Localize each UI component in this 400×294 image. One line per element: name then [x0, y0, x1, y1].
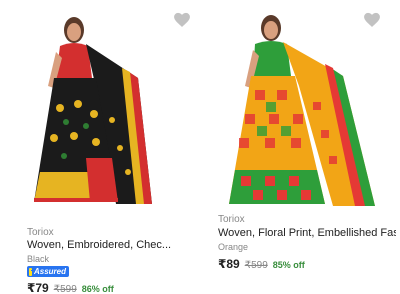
product-image[interactable] [225, 6, 399, 210]
product-variant: Black [27, 254, 50, 264]
discount-label: 85% off [272, 260, 305, 270]
product-card[interactable]: Toriox Woven, Floral Print, Embellished … [208, 0, 400, 294]
price-row: ₹89 ₹599 85% off [218, 257, 305, 271]
product-card[interactable]: Toriox Woven, Embroidered, Chec... Black… [0, 0, 200, 294]
assured-label: Assured [33, 267, 66, 276]
product-title[interactable]: Woven, Embroidered, Chec... [27, 239, 177, 251]
original-price: ₹599 [244, 260, 268, 271]
price-row: ₹79 ₹599 86% off [27, 281, 114, 294]
wishlist-heart-icon[interactable] [172, 10, 192, 30]
product-brand: Toriox [27, 227, 54, 238]
product-variant: Orange [218, 242, 249, 252]
product-brand: Toriox [218, 214, 245, 225]
wishlist-heart-icon[interactable] [362, 10, 382, 30]
selling-price: ₹89 [218, 257, 240, 271]
discount-label: 86% off [81, 284, 114, 294]
f-assured-icon [29, 267, 34, 276]
product-image[interactable] [26, 8, 176, 206]
original-price: ₹599 [53, 284, 77, 294]
assured-badge: Assured [27, 266, 69, 277]
selling-price: ₹79 [27, 281, 49, 294]
product-grid: Toriox Woven, Embroidered, Chec... Black… [0, 0, 400, 294]
product-title[interactable]: Woven, Floral Print, Embellished Fashion… [218, 227, 396, 239]
